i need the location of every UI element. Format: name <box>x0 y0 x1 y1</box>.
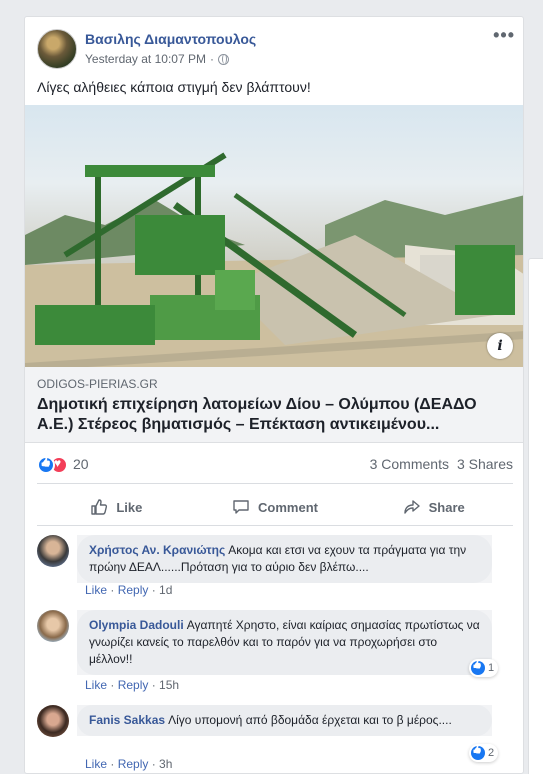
comment: Χρήστος Αν. Κρανιώτης Ακομα και ετσι να ε… <box>37 535 513 597</box>
meta-separator: · <box>209 52 214 66</box>
stats-right: 3 Comments 3 Shares <box>370 456 513 472</box>
comment-reply-link[interactable]: Reply <box>118 757 149 771</box>
like-label: Like <box>116 499 143 515</box>
divider <box>37 483 513 484</box>
share-button[interactable]: Share <box>354 491 513 523</box>
commenter-avatar[interactable] <box>37 610 69 642</box>
comment-body: Fanis Sakkas Λίγο υπομονή από βδομάδα έρχ… <box>77 705 492 736</box>
comment-reactions[interactable]: 1 <box>469 659 499 677</box>
like-button[interactable]: Like <box>37 491 196 523</box>
comment-time[interactable]: 3h <box>159 757 172 771</box>
share-label: Share <box>428 499 465 515</box>
right-column-card <box>528 258 543 774</box>
speech-bubble-icon <box>233 500 249 514</box>
like-reaction-icon[interactable] <box>37 456 55 474</box>
comment-bubble: Χρήστος Αν. Κρανιώτης Ακομα και ετσι να ε… <box>77 535 492 583</box>
comment-actions: Like · Reply · 15h <box>85 678 180 692</box>
commenter-name[interactable]: Fanis Sakkas <box>89 713 165 727</box>
comment-reaction-count: 1 <box>488 662 495 674</box>
comment-actions: Like · Reply · 1d <box>85 583 173 597</box>
link-preview-image[interactable]: i <box>25 105 523 367</box>
link-domain: ODIGOS-PIERIAS.GR <box>37 377 158 391</box>
comment-body: Χρήστος Αν. Κρανιώτης Ακομα και ετσι να ε… <box>77 535 492 583</box>
globe-icon[interactable] <box>217 53 229 65</box>
post-stats: 20 3 Comments 3 Shares <box>37 455 513 475</box>
commenter-avatar[interactable] <box>37 535 69 567</box>
comment-reactions[interactable]: 2 <box>469 744 499 762</box>
comment: Fanis Sakkas Λίγο υπομονή από βδομάδα έρχ… <box>37 705 513 773</box>
comments-count[interactable]: 3 Comments <box>370 456 449 472</box>
post-card: Βασιλης Διαμαντοπουλος Yesterday at 10:0… <box>24 16 524 774</box>
comment-like-link[interactable]: Like <box>85 678 107 692</box>
like-reaction-icon <box>471 746 485 760</box>
post-meta: Yesterday at 10:07 PM · <box>85 52 229 66</box>
commenter-avatar[interactable] <box>37 705 69 737</box>
commenter-name[interactable]: Χρήστος Αν. Κρανιώτης <box>89 543 225 557</box>
author-name[interactable]: Βασιλης Διαμαντοπουλος <box>85 31 256 47</box>
comment-button[interactable]: Comment <box>196 491 355 523</box>
comment-reaction-count: 2 <box>488 747 495 759</box>
post-text: Λίγες αλήθειες κάποια στιγμή δεν βλάπτου… <box>37 79 311 95</box>
comment-text: Λίγο υπομονή από βδομάδα έρχεται και το … <box>168 713 452 727</box>
comment-body: Olympia Dadouli Αγαπητέ Χρηστο, είναι καί… <box>77 610 492 675</box>
comment-like-link[interactable]: Like <box>85 757 107 771</box>
shares-count[interactable]: 3 Shares <box>457 456 513 472</box>
share-arrow-icon <box>403 500 420 514</box>
thumbs-up-icon <box>91 499 108 515</box>
quarry-machinery-illustration <box>25 152 523 367</box>
commenter-name[interactable]: Olympia Dadouli <box>89 618 184 632</box>
info-icon[interactable]: i <box>487 333 513 359</box>
comment-reply-link[interactable]: Reply <box>118 583 149 597</box>
author-avatar[interactable] <box>37 29 77 69</box>
comment-reply-link[interactable]: Reply <box>118 678 149 692</box>
divider <box>37 525 513 526</box>
post-timestamp[interactable]: Yesterday at 10:07 PM <box>85 52 206 66</box>
link-title[interactable]: Δημοτική επιχείρηση λατομείων Δίου – Ολύ… <box>37 395 513 435</box>
comment: Olympia Dadouli Αγαπητέ Χρηστο, είναι καί… <box>37 610 513 692</box>
comment-time[interactable]: 1d <box>159 583 172 597</box>
reactions-count[interactable]: 20 <box>73 456 89 472</box>
like-reaction-icon <box>471 661 485 675</box>
comment-bubble: Olympia Dadouli Αγαπητέ Χρηστο, είναι καί… <box>77 610 492 675</box>
comment-actions: Like · Reply · 3h <box>85 757 173 771</box>
comment-like-link[interactable]: Like <box>85 583 107 597</box>
comment-label: Comment <box>258 499 318 515</box>
link-preview-caption[interactable]: ODIGOS-PIERIAS.GR Δημοτική επιχείρηση λα… <box>25 367 523 443</box>
comment-bubble: Fanis Sakkas Λίγο υπομονή από βδομάδα έρχ… <box>77 705 492 736</box>
more-options-icon[interactable]: ••• <box>493 25 515 46</box>
post-actions: Like Comment Share <box>37 491 513 523</box>
comment-time[interactable]: 15h <box>159 678 179 692</box>
